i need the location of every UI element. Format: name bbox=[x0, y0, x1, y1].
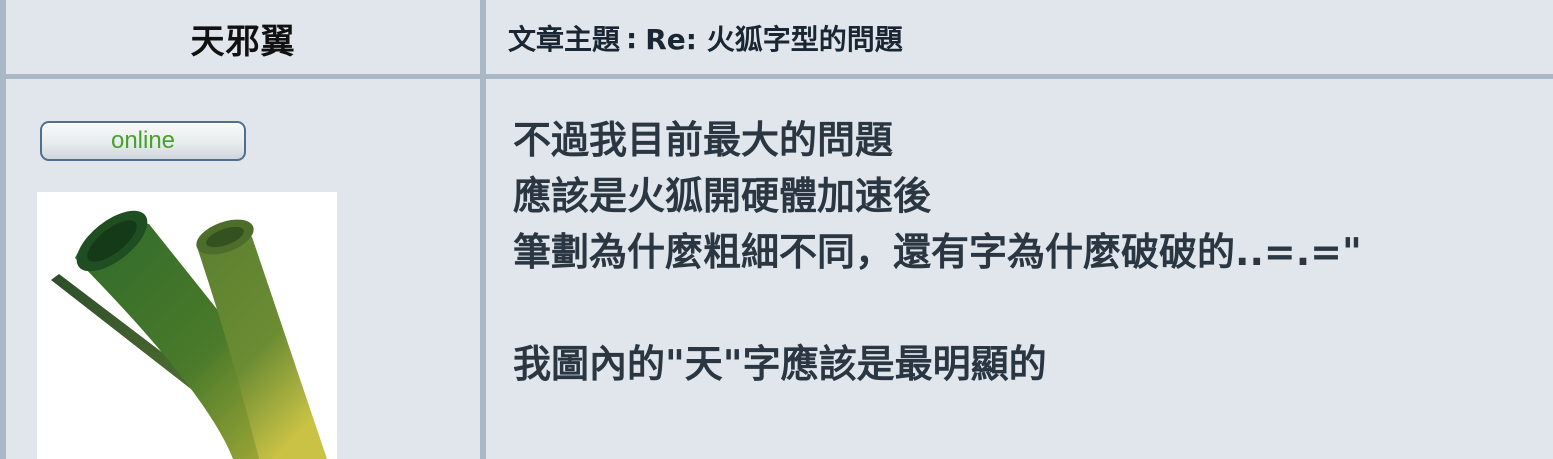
online-status-label: online bbox=[110, 127, 176, 154]
post-line: 我圖內的"天"字應該是最明顯的 bbox=[513, 342, 1047, 386]
forum-post: 天邪翼 文章主題 : Re: 火狐字型的問題 online 不過我目前最大的問題… bbox=[0, 0, 1553, 459]
post-line: 不過我目前最大的問題 bbox=[513, 118, 894, 162]
subject-header-cell: 文章主題 : Re: 火狐字型的問題 bbox=[486, 0, 1553, 76]
subject-label: 文章主題 bbox=[508, 23, 621, 56]
subject-separator: : bbox=[626, 21, 638, 55]
author-header-cell: 天邪翼 bbox=[6, 0, 480, 76]
avatar[interactable] bbox=[37, 192, 337, 459]
post-line: 應該是火狐開硬體加速後 bbox=[513, 174, 932, 218]
author-name[interactable]: 天邪翼 bbox=[191, 14, 296, 63]
post-content: 不過我目前最大的問題 應該是火狐開硬體加速後 筆劃為什麼粗細不同，還有字為什麼破… bbox=[513, 112, 1543, 392]
subject-title: Re: 火狐字型的問題 bbox=[645, 23, 903, 56]
online-status-badge: online bbox=[40, 121, 246, 161]
green-onion-avatar-icon bbox=[51, 210, 327, 459]
post-line: 筆劃為什麼粗細不同，還有字為什麼破破的..=.=" bbox=[513, 230, 1362, 274]
